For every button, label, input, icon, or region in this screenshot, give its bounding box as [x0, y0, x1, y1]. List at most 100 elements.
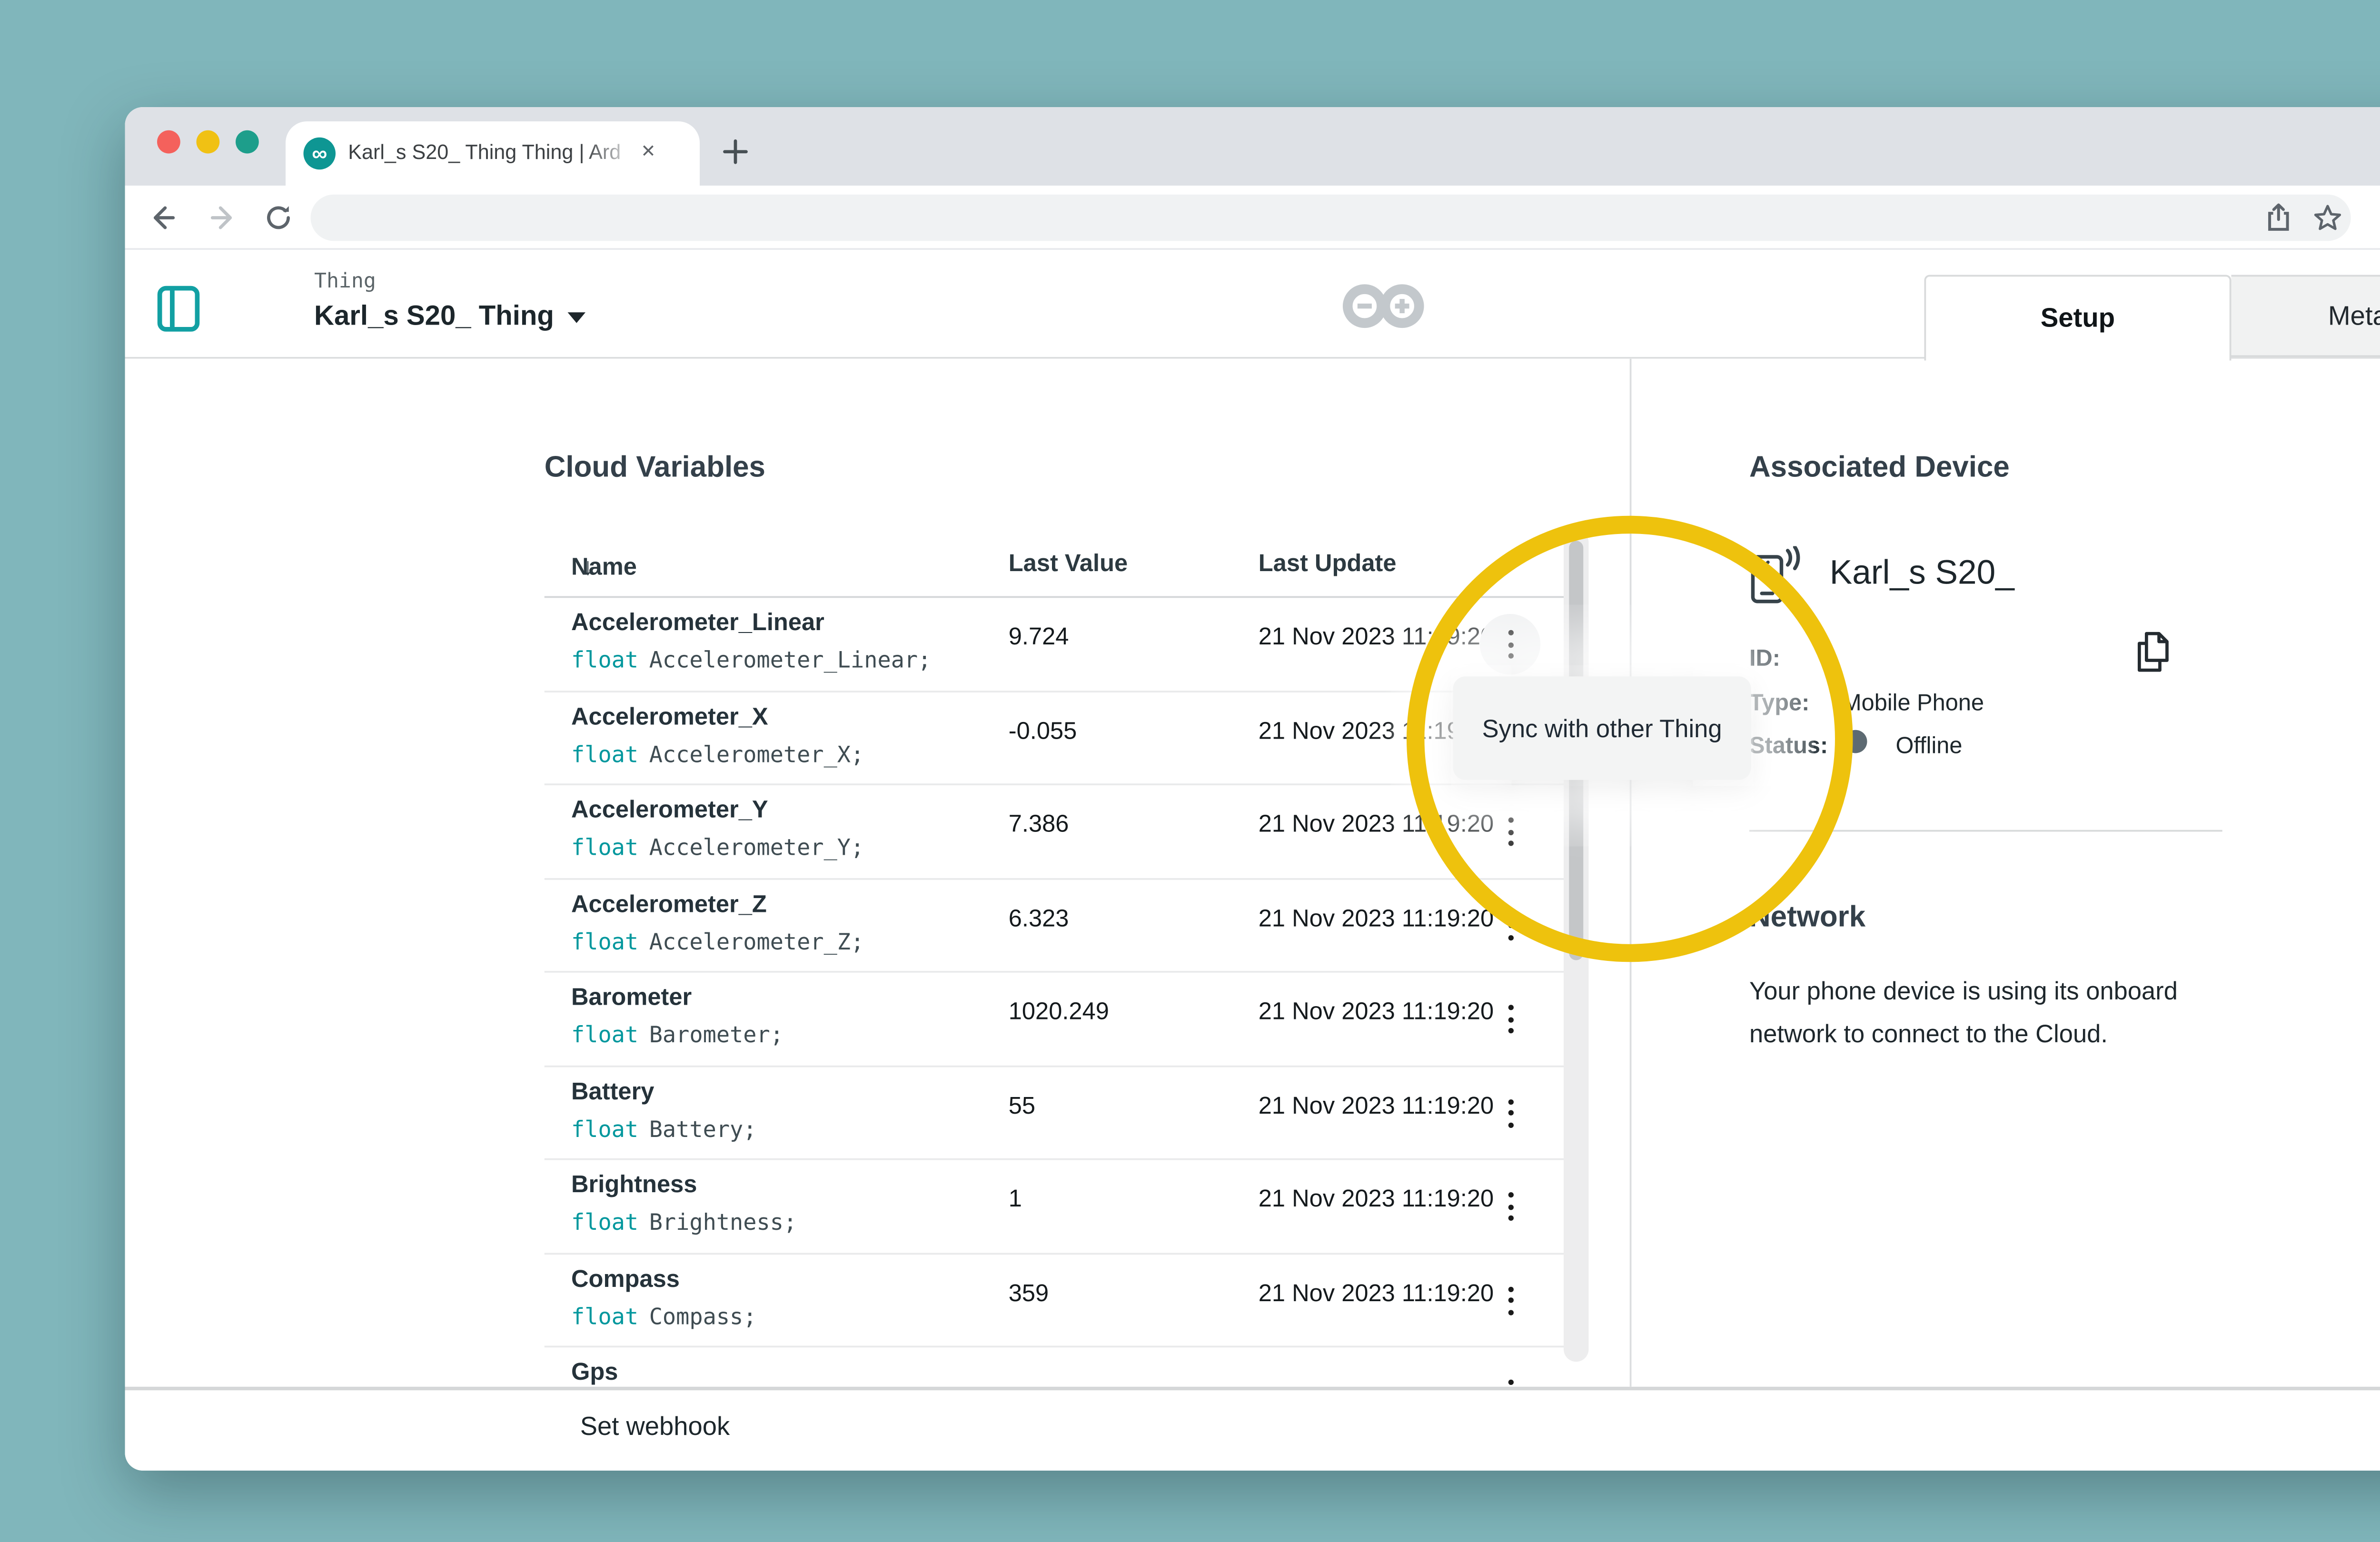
- back-icon[interactable]: [148, 202, 180, 234]
- table-row: Barometer floatBarometer; 1020.249 21 No…: [545, 973, 1571, 1067]
- table-row: Gps: [545, 1347, 1571, 1387]
- set-webhook-button[interactable]: Set webhook: [580, 1414, 730, 1442]
- variable-name[interactable]: Accelerometer_Z: [571, 890, 767, 916]
- table-row: Accelerometer_Linear float Accelerometer_…: [545, 598, 1571, 692]
- row-menu-kebab-icon[interactable]: [1480, 1082, 1541, 1143]
- variable-declaration: floatAccelerometer_Z;: [571, 927, 864, 954]
- last-value-cell: 7.386: [1009, 811, 1069, 837]
- device-type-value: Mobile Phone: [1842, 689, 1984, 716]
- type-keyword: float: [571, 740, 638, 766]
- table-row: Accelerometer_Y floatAccelerometer_Y; 7.…: [545, 785, 1571, 879]
- row-menu-kebab-icon[interactable]: [1480, 1364, 1541, 1387]
- panel-divider: [1630, 359, 1632, 1387]
- table-scrollbar-track[interactable]: [1564, 530, 1589, 1362]
- variable-name[interactable]: Barometer: [571, 983, 692, 1010]
- type-keyword: float: [571, 1302, 638, 1329]
- last-value-cell: 9.724: [1009, 623, 1069, 650]
- variable-name[interactable]: Battery: [571, 1077, 654, 1104]
- status-offline-dot: [1844, 730, 1867, 753]
- device-id-label: ID:: [1749, 644, 1780, 671]
- table-row: Accelerometer_Z floatAccelerometer_Z; 6.…: [545, 879, 1571, 973]
- address-bar[interactable]: [311, 195, 2351, 241]
- row-menu-kebab-icon[interactable]: [1480, 1270, 1541, 1331]
- variable-declaration: floatAccelerometer_Y;: [571, 833, 864, 860]
- column-header-last-update: Last Update: [1259, 550, 1397, 576]
- last-update-cell: 21 Nov 2023 11:19:20: [1259, 811, 1494, 837]
- thing-name-dropdown[interactable]: Karl_s S20_ Thing: [314, 302, 586, 334]
- variable-name[interactable]: Accelerometer_Linear: [571, 609, 824, 635]
- last-value-cell: 1: [1009, 1185, 1022, 1212]
- close-tab-icon[interactable]: ✕: [641, 145, 655, 163]
- browser-tab-strip: ∞ Karl_s S20_ Thing Thing | Ard ✕: [125, 107, 2380, 186]
- row-menu-kebab-icon[interactable]: [1480, 895, 1541, 956]
- declaration-text: Accelerometer_Z;: [649, 927, 864, 954]
- minimize-window-button[interactable]: [197, 130, 220, 154]
- bookmark-star-icon[interactable]: [2313, 204, 2342, 232]
- variable-declaration: float Compass;: [571, 1302, 757, 1329]
- window-controls: [157, 130, 259, 154]
- row-menu-kebab-icon[interactable]: [1480, 1176, 1541, 1237]
- thing-tabs: Setup Metadata: [1924, 275, 2380, 361]
- type-keyword: float: [571, 1021, 638, 1048]
- row-menu-kebab-icon[interactable]: [1480, 801, 1541, 862]
- declaration-text: Compass;: [649, 1302, 757, 1329]
- tab-title: Karl_s S20_ Thing Thing | Ard: [348, 143, 637, 164]
- last-update-cell: 21 Nov 2023 11:19:20: [1259, 623, 1494, 650]
- row-menu-kebab-icon[interactable]: [1480, 614, 1541, 675]
- variable-declaration: float Brightness;: [571, 1208, 797, 1235]
- new-tab-button[interactable]: [721, 138, 750, 166]
- sync-menu-item[interactable]: Sync with other Thing: [1453, 676, 1751, 780]
- declaration-text: Accelerometer_Linear;: [649, 646, 932, 673]
- declaration-text: Battery;: [649, 1115, 757, 1141]
- mobile-phone-icon: [1749, 546, 1803, 607]
- thing-name-text: Karl_s S20_ Thing: [314, 302, 554, 334]
- forward-icon[interactable]: [205, 202, 238, 234]
- device-type-label: Type:: [1749, 689, 1809, 716]
- variable-name[interactable]: Compass: [571, 1265, 680, 1291]
- copy-id-icon[interactable]: [2135, 630, 2171, 675]
- browser-tab[interactable]: ∞ Karl_s S20_ Thing Thing | Ard ✕: [286, 121, 700, 186]
- type-keyword: float: [571, 646, 638, 673]
- network-description: Your phone device is using its onboard n…: [1749, 969, 2246, 1055]
- tab-setup[interactable]: Setup: [1924, 275, 2231, 361]
- reload-icon[interactable]: [262, 202, 295, 234]
- network-title: Network: [1749, 901, 1865, 935]
- declaration-text: Accelerometer_Y;: [649, 833, 864, 860]
- table-row: Accelerometer_X floatAccelerometer_X; -0…: [545, 692, 1571, 785]
- share-icon[interactable]: [2263, 204, 2292, 232]
- type-keyword: float: [571, 1115, 638, 1141]
- last-value-cell: 359: [1009, 1279, 1049, 1305]
- variable-declaration: float Accelerometer_Linear;: [571, 646, 931, 673]
- last-value-cell: 55: [1009, 1091, 1035, 1118]
- variable-name[interactable]: Accelerometer_Y: [571, 796, 768, 823]
- declaration-text: Brightness;: [649, 1208, 797, 1235]
- table-header-row: Name↓ Last Value Last Update: [545, 546, 1571, 598]
- sync-menu-label: Sync with other Thing: [1482, 714, 1722, 742]
- device-status-value: Offline: [1896, 732, 1963, 759]
- setup-content: Cloud Variables Name↓ Last Value Last Up…: [125, 359, 2380, 1387]
- variable-name[interactable]: Brightness: [571, 1171, 697, 1197]
- close-window-button[interactable]: [157, 130, 180, 154]
- sidebar-toggle-icon[interactable]: [157, 286, 200, 332]
- cloud-variables-title: Cloud Variables: [545, 452, 765, 485]
- row-menu-kebab-icon[interactable]: [1480, 989, 1541, 1050]
- zoom-window-button[interactable]: [236, 130, 259, 154]
- desktop: ∞ Karl_s S20_ Thing Thing | Ard ✕: [0, 0, 2380, 1542]
- sort-descending-icon: ↓: [582, 554, 594, 580]
- table-body: Accelerometer_Linear floatAccelerometer_…: [545, 598, 1571, 1387]
- last-update-cell: 21 Nov 2023 11:19:20: [1259, 998, 1494, 1024]
- cloud-variables-table: Name↓ Last Value Last Update Acceleromet…: [545, 546, 1571, 1387]
- type-keyword: float: [571, 1208, 638, 1235]
- column-header-last-value: Last Value: [1009, 550, 1128, 576]
- device-section-divider: [1749, 830, 2222, 832]
- device-name: Karl_s S20_: [1830, 555, 2014, 594]
- table-row: Compass floatCompass; 359 21 Nov 2023 11…: [545, 1254, 1571, 1347]
- device-status-label: Status:: [1749, 732, 1828, 759]
- thing-header: Thing Karl_s S20_ Thing Setup Metadata: [125, 250, 2380, 359]
- variable-name[interactable]: Gps: [571, 1358, 618, 1385]
- variable-name[interactable]: Accelerometer_X: [571, 702, 768, 729]
- tab-metadata[interactable]: Metadata: [2231, 275, 2380, 357]
- thing-footer: Set webhook: [125, 1387, 2380, 1471]
- variable-declaration: floatAccelerometer_X;: [571, 740, 864, 766]
- browser-window: ∞ Karl_s S20_ Thing Thing | Ard ✕: [125, 107, 2380, 1471]
